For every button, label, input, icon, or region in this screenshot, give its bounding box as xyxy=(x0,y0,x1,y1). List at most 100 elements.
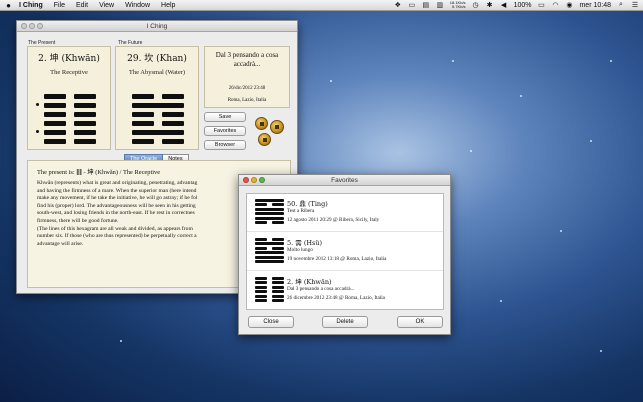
line-segment xyxy=(255,246,268,250)
dropbox-icon[interactable]: ❖ xyxy=(394,1,402,9)
user-icon[interactable]: ◉ xyxy=(565,1,573,9)
yin-line xyxy=(44,130,96,135)
menu-app-name[interactable]: I Ching xyxy=(19,2,43,9)
yin-line xyxy=(255,298,284,302)
star xyxy=(120,340,122,342)
time-machine-icon[interactable]: ◷ xyxy=(472,1,480,9)
line-segment xyxy=(44,112,66,117)
window-controls xyxy=(21,23,43,29)
ok-button[interactable]: OK xyxy=(397,316,443,328)
line-segment xyxy=(271,246,284,250)
menu-help[interactable]: Help xyxy=(161,2,175,9)
iching-titlebar[interactable]: I Ching xyxy=(17,21,297,32)
favorite-item[interactable]: 50. 鼎 (Ting) Test a Ribera 12 agosto 201… xyxy=(247,194,443,232)
coin-icon[interactable] xyxy=(258,133,271,146)
clock[interactable]: mer 10:48 xyxy=(579,2,611,9)
favorite-item[interactable]: 5. 需 (Hsü) Molto lungo 19 novembre 2012 … xyxy=(247,233,443,271)
line-segment xyxy=(255,277,268,280)
line-segment xyxy=(255,298,268,302)
line-segment xyxy=(255,220,268,224)
delete-button[interactable]: Delete xyxy=(322,316,368,328)
yang-line xyxy=(132,130,184,135)
favorite-note: Test a Ribera xyxy=(287,208,315,214)
line-segment xyxy=(271,298,284,302)
favorite-date: 19 novembre 2012 13:18 @ Roma, Lazio, It… xyxy=(287,256,387,262)
yin-line xyxy=(255,290,284,294)
reading-note-text: Dal 3 pensando a cosa accadrà... xyxy=(215,51,279,68)
future-hexagram-panel: 29. 坎 (Khan) The Abysmal (Water) xyxy=(115,46,199,150)
line-segment xyxy=(74,112,96,117)
star xyxy=(590,140,592,142)
coin-icon[interactable] xyxy=(255,117,268,130)
line-segment xyxy=(271,277,284,280)
wifi-icon[interactable]: ◠ xyxy=(551,1,559,9)
line-segment xyxy=(255,212,284,216)
display-icon[interactable]: ▭ xyxy=(408,1,416,9)
favorites-list[interactable]: 50. 鼎 (Ting) Test a Ribera 12 agosto 201… xyxy=(246,193,444,310)
browser-button[interactable]: Browser xyxy=(204,140,246,150)
line-segment xyxy=(74,139,96,144)
star xyxy=(452,60,454,62)
yang-line xyxy=(255,255,284,259)
clipboard-icon[interactable]: ▤ xyxy=(422,1,430,9)
changing-line-marker xyxy=(36,130,39,133)
bluetooth-icon[interactable]: ✱ xyxy=(486,1,494,9)
minimize-window-icon[interactable] xyxy=(251,177,257,183)
yin-line xyxy=(255,238,284,241)
line-segment xyxy=(132,130,184,135)
net-down: 5.7Kb/s xyxy=(451,4,466,9)
yang-line xyxy=(255,259,284,263)
line-segment xyxy=(132,103,184,108)
yin-line xyxy=(44,112,96,117)
coin-icon[interactable] xyxy=(270,120,284,134)
line-segment xyxy=(255,199,284,202)
yin-line xyxy=(255,277,284,280)
zoom-window-icon[interactable] xyxy=(259,177,265,183)
line-segment xyxy=(255,251,284,255)
notification-center-icon[interactable]: ☰ xyxy=(631,1,639,9)
line-segment xyxy=(271,290,284,294)
close-window-icon[interactable] xyxy=(243,177,249,183)
favorites-titlebar[interactable]: Favorites xyxy=(239,175,450,186)
favorite-item[interactable]: 2. 坤 (Khwăn) Dal 3 pensando a cosa accad… xyxy=(247,272,443,309)
yin-line xyxy=(132,94,184,99)
star xyxy=(610,60,612,62)
network-speed[interactable]: 18.1Kb/s 5.7Kb/s xyxy=(450,1,466,9)
star xyxy=(330,80,332,82)
close-button[interactable]: Close xyxy=(248,316,294,328)
close-window-icon[interactable] xyxy=(21,23,27,29)
menu-edit[interactable]: Edit xyxy=(76,2,88,9)
menu-file[interactable]: File xyxy=(54,2,65,9)
spotlight-search-icon[interactable]: ⌕ xyxy=(617,1,625,9)
favorites-title: Favorites xyxy=(331,177,358,184)
minimize-window-icon[interactable] xyxy=(29,23,35,29)
line-segment xyxy=(74,130,96,135)
menu-view[interactable]: View xyxy=(99,2,114,9)
line-segment xyxy=(44,130,66,135)
zoom-window-icon[interactable] xyxy=(37,23,43,29)
line-segment xyxy=(255,216,284,220)
menu-bar: ● I Ching File Edit View Window Help ❖ ▭… xyxy=(0,0,643,11)
yang-line xyxy=(255,212,284,216)
favorite-date: 26 dicembre 2012 23:48 @ Roma, Lazio, It… xyxy=(287,295,385,301)
yin-line xyxy=(44,121,96,126)
save-button[interactable]: Save xyxy=(204,112,246,122)
future-hexagram-lines xyxy=(132,94,184,148)
yin-line xyxy=(44,103,96,108)
battery-percent[interactable]: 100% xyxy=(514,2,532,9)
favorites-button[interactable]: Favorites xyxy=(204,126,246,136)
star xyxy=(560,230,562,232)
line-segment xyxy=(132,94,154,99)
favorite-hexagram-lines xyxy=(255,238,284,264)
yin-line xyxy=(44,94,96,99)
line-segment xyxy=(255,285,268,289)
present-hexagram-panel: 2. 坤 (Khwăn) The Receptive xyxy=(27,46,111,150)
line-segment xyxy=(255,294,268,298)
battery-icon[interactable]: ▭ xyxy=(537,1,545,9)
volume-icon[interactable]: ◀ xyxy=(500,1,508,9)
line-segment xyxy=(255,242,284,246)
line-segment xyxy=(255,238,268,241)
menu-window[interactable]: Window xyxy=(125,2,150,9)
apple-menu-icon[interactable]: ● xyxy=(4,1,13,10)
chart-icon[interactable]: ▥ xyxy=(436,1,444,9)
